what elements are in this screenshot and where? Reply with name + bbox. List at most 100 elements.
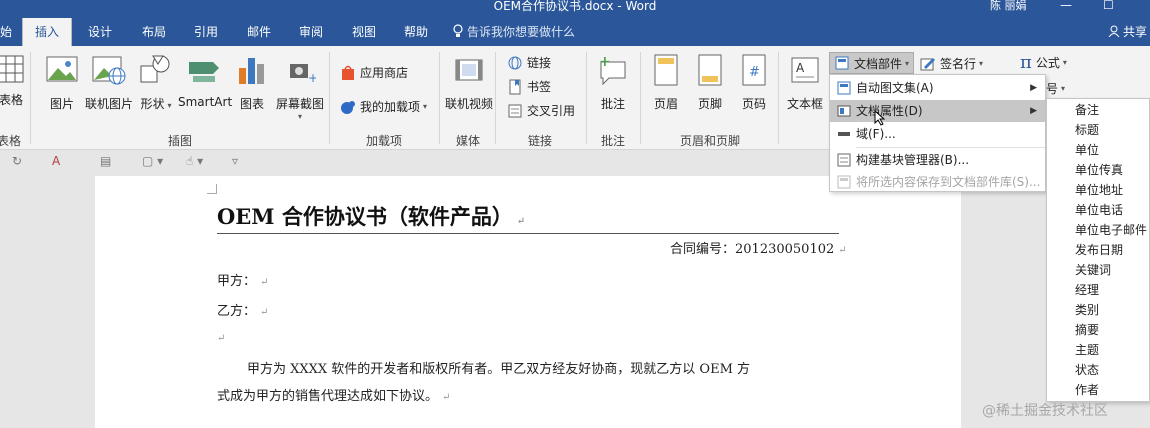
svg-text:+: +	[308, 71, 316, 85]
tab-view[interactable]: 视图	[352, 18, 376, 46]
format-painter-icon[interactable]: A	[52, 154, 60, 168]
borders-icon[interactable]: ▢ ▾	[142, 154, 163, 168]
user-name[interactable]: 陈 丽娟	[990, 0, 1027, 12]
submenu-item-publish-date[interactable]: 发布日期	[1075, 240, 1123, 260]
maximize-button[interactable]: ☐	[1103, 0, 1114, 11]
footer-label: 页脚	[697, 97, 722, 111]
online-video-label: 联机视频	[444, 97, 493, 111]
online-picture-label: 联机图片	[84, 97, 133, 111]
quick-parts-button[interactable]: 文档部件 ▾	[829, 52, 915, 74]
submenu-item-author[interactable]: 作者	[1075, 380, 1099, 400]
menu-item-document-property[interactable]: 文档属性(D) ▶	[830, 100, 1045, 126]
submenu-item-company[interactable]: 单位	[1075, 140, 1099, 160]
smartart-label: SmartArt	[178, 95, 233, 109]
chart-icon	[239, 58, 264, 84]
picture-button[interactable]: 图片	[42, 54, 82, 112]
menu-item-building-blocks[interactable]: 构建基块管理器(B)...	[830, 149, 1045, 171]
empty-paragraph-mark: ↵	[217, 333, 226, 344]
svg-text:+: +	[599, 54, 611, 70]
bookmark-button[interactable]: 书签	[507, 78, 551, 95]
document-page[interactable]: OEM 合作协议书（软件产品） ↵ 合同编号：201230050102 ↵ 甲方： ↵…	[95, 176, 961, 428]
margin-corner-mark	[207, 184, 217, 194]
equation-button[interactable]: π 公式 ▾	[1020, 52, 1067, 73]
chart-button[interactable]: 图表	[234, 54, 270, 112]
tell-me-search[interactable]: 告诉我你想要做什么	[452, 18, 575, 46]
quick-parts-icon	[835, 56, 849, 70]
touch-mode-icon[interactable]: ☝ ▾	[186, 154, 203, 168]
header-label: 页眉	[653, 97, 678, 111]
customize-toolbar-icon[interactable]: ▿	[232, 154, 238, 168]
minimize-button[interactable]: —	[1060, 0, 1072, 11]
submenu-item-company-address[interactable]: 单位地址	[1075, 180, 1123, 200]
ribbon-separator	[30, 52, 31, 144]
store-button[interactable]: 应用商店	[340, 64, 408, 81]
group-label-addins: 加载项	[366, 134, 403, 148]
cross-reference-icon	[508, 104, 522, 117]
document-title: OEM 合作协议书（软件产品） ↵	[217, 204, 526, 229]
submenu-item-status[interactable]: 状态	[1075, 360, 1099, 380]
tab-review[interactable]: 审阅	[299, 18, 323, 46]
online-picture-button[interactable]: 联机图片	[84, 54, 134, 112]
party-b-line: 乙方： ↵	[217, 304, 269, 319]
tab-mailings[interactable]: 邮件	[247, 18, 271, 46]
table-button[interactable]: 表格	[0, 54, 26, 108]
menu-item-autotext[interactable]: 自动图文集(A) ▶	[830, 77, 1045, 99]
submenu-item-category[interactable]: 类别	[1075, 300, 1099, 320]
submenu-item-keywords[interactable]: 关键词	[1075, 260, 1111, 280]
field-icon	[838, 132, 850, 136]
page-number-button[interactable]: # 页码	[734, 54, 774, 112]
textbox-icon: A	[791, 57, 819, 83]
equation-label: 公式	[1035, 56, 1060, 70]
tab-insert[interactable]: 插入	[22, 18, 72, 46]
my-addins-button[interactable]: 我的加载项 ▾	[340, 98, 427, 115]
menu-item-autotext-label: 自动图文集(A)	[856, 81, 934, 95]
share-button[interactable]: 共享	[1108, 18, 1147, 46]
svg-text:#: #	[749, 65, 760, 80]
tab-home[interactable]: 始	[0, 18, 12, 46]
link-button[interactable]: 链接	[507, 54, 551, 71]
online-video-button[interactable]: 联机视频	[443, 54, 495, 112]
submenu-item-manager[interactable]: 经理	[1075, 280, 1099, 300]
ribbon-separator	[329, 52, 330, 144]
menu-separator	[856, 147, 1045, 148]
tab-references[interactable]: 引用	[194, 18, 218, 46]
submenu-item-company-phone[interactable]: 单位电话	[1075, 200, 1123, 220]
menu-item-field[interactable]: 域(F)...	[830, 123, 1045, 145]
header-icon	[654, 54, 678, 86]
submenu-item-title[interactable]: 标题	[1075, 120, 1099, 140]
shapes-button[interactable]: 形状 ▾	[136, 54, 176, 112]
comment-button[interactable]: + 批注	[591, 54, 635, 112]
online-picture-icon	[92, 56, 126, 85]
window-title: OEM合作协议书.docx - Word	[493, 0, 657, 13]
redo-icon[interactable]: ↻	[12, 154, 22, 168]
header-button[interactable]: 页眉	[646, 54, 686, 112]
group-label-header-footer: 页眉和页脚	[680, 134, 741, 148]
submenu-item-abstract[interactable]: 摘要	[1075, 320, 1099, 340]
submenu-item-subject[interactable]: 主题	[1075, 340, 1099, 360]
submenu-item-company-fax[interactable]: 单位传真	[1075, 160, 1123, 180]
quick-parts-menu: 自动图文集(A) ▶ 文档属性(D) ▶ 域(F)... 构建基块管理器(B).…	[829, 74, 1046, 192]
cross-reference-label: 交叉引用	[527, 104, 576, 118]
cross-reference-button[interactable]: 交叉引用	[507, 102, 575, 119]
link-icon	[508, 56, 522, 69]
menu-item-field-label: 域(F)...	[856, 127, 896, 141]
symbol-button[interactable]: 号 ▾	[1046, 80, 1065, 97]
page-number-label: 页码	[741, 97, 766, 111]
shapes-icon	[140, 55, 170, 83]
tab-design[interactable]: 设计	[88, 18, 112, 46]
textbox-button[interactable]: A 文本框	[784, 54, 826, 112]
store-icon	[342, 65, 354, 80]
footer-button[interactable]: 页脚	[690, 54, 730, 112]
store-label: 应用商店	[360, 66, 409, 80]
submenu-item-company-email[interactable]: 单位电子邮件	[1075, 220, 1147, 240]
screenshot-button[interactable]: + 屏幕截图 ▾	[274, 54, 326, 121]
tab-layout[interactable]: 布局	[142, 18, 166, 46]
svg-text:A: A	[796, 61, 805, 75]
document-icon[interactable]: ▤	[100, 154, 111, 168]
submenu-item-comments[interactable]: 备注	[1075, 100, 1099, 120]
tab-help[interactable]: 帮助	[404, 18, 428, 46]
signature-line-button[interactable]: 签名行 ▾	[920, 55, 983, 72]
smartart-button[interactable]: SmartArt	[178, 54, 233, 109]
smartart-icon	[189, 62, 219, 82]
quick-parts-label: 文档部件	[854, 56, 903, 71]
